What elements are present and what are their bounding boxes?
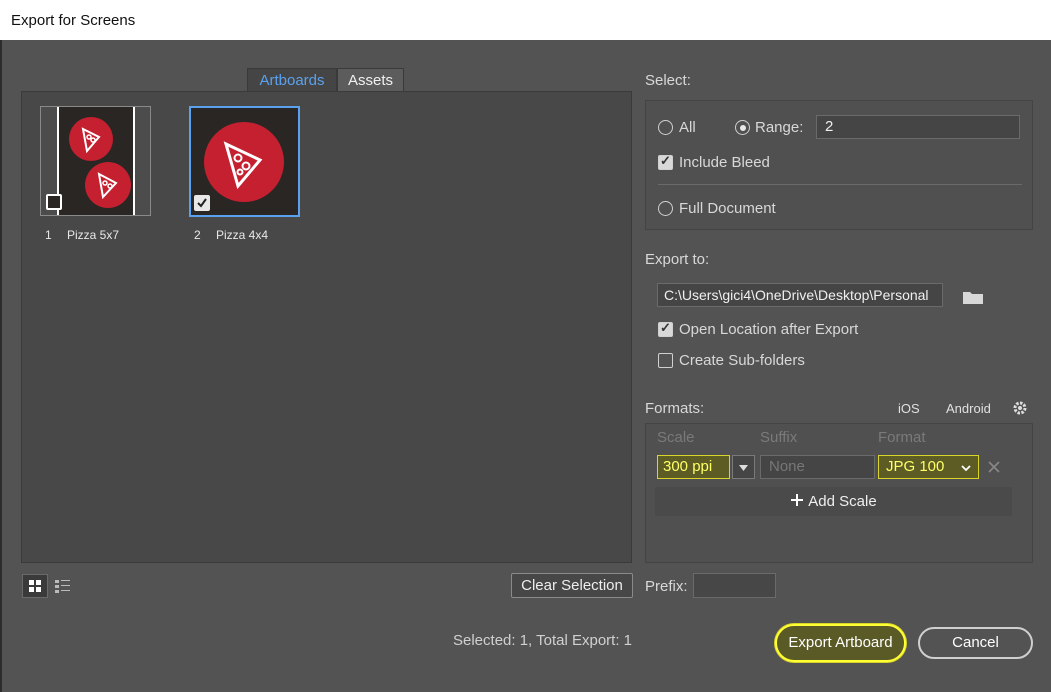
gear-icon	[1013, 401, 1027, 415]
add-scale-label: Add Scale	[808, 493, 877, 510]
format-select[interactable]: JPG 100	[878, 455, 979, 479]
scale-column-header: Scale	[657, 429, 695, 446]
close-icon	[988, 461, 1000, 473]
pizza-logo-icon	[69, 117, 113, 161]
open-location-checkbox[interactable]	[658, 320, 673, 337]
tab-artboards[interactable]: Artboards	[247, 68, 337, 91]
pizza-logo-icon	[204, 122, 284, 202]
add-scale-button[interactable]: Add Scale	[655, 487, 1012, 516]
format-settings-button[interactable]	[1012, 400, 1028, 416]
list-view-icon	[55, 580, 70, 593]
range-radio[interactable]	[735, 120, 750, 135]
artboard-thumbnail-2[interactable]	[189, 106, 300, 217]
folder-icon	[963, 292, 983, 304]
title-bar: Export for Screens	[0, 0, 1051, 40]
include-bleed-checkbox[interactable]	[658, 153, 673, 170]
prefix-label: Prefix:	[645, 578, 688, 595]
prefix-input[interactable]	[693, 573, 776, 598]
chevron-down-icon	[961, 465, 971, 472]
artboard-1-checkbox[interactable]	[46, 194, 62, 210]
artboard-2-number: 2	[194, 228, 201, 242]
caret-down-icon	[739, 465, 748, 471]
export-path-input[interactable]: C:\Users\gici4\OneDrive\Desktop\Personal	[657, 283, 943, 307]
cancel-button[interactable]: Cancel	[918, 627, 1033, 659]
formats-heading: Formats:	[645, 400, 705, 417]
export-to-heading: Export to:	[645, 251, 710, 268]
artboard-2-name: Pizza 4x4	[216, 228, 269, 242]
format-select-value: JPG 100	[886, 458, 945, 475]
scale-input[interactable]: 300 ppi	[657, 455, 730, 479]
export-status-text: Selected: 1, Total Export: 1	[453, 632, 632, 649]
format-column-header: Format	[878, 429, 926, 446]
full-document-label: Full Document	[679, 200, 776, 217]
grid-view-button[interactable]	[22, 574, 48, 598]
all-radio-label: All	[679, 119, 696, 136]
list-view-button[interactable]	[50, 574, 76, 598]
tab-assets[interactable]: Assets	[337, 68, 404, 91]
remove-scale-button[interactable]	[986, 459, 1002, 475]
suffix-input[interactable]: None	[760, 455, 875, 479]
artboard-1-number: 1	[45, 228, 52, 242]
dialog-title: Export for Screens	[11, 12, 136, 29]
full-document-radio[interactable]	[658, 201, 673, 216]
include-bleed-label: Include Bleed	[679, 154, 770, 171]
browse-folder-button[interactable]	[961, 288, 985, 306]
grid-view-icon	[29, 580, 41, 592]
pizza-logo-icon	[85, 162, 131, 208]
create-subfolders-label: Create Sub-folders	[679, 352, 805, 369]
open-location-label: Open Location after Export	[679, 321, 859, 338]
android-preset-button[interactable]: Android	[946, 401, 991, 416]
create-subfolders-checkbox[interactable]	[658, 353, 673, 368]
select-heading: Select:	[645, 72, 691, 89]
select-divider	[658, 184, 1022, 185]
all-radio[interactable]	[658, 120, 673, 135]
range-radio-label: Range:	[755, 119, 804, 136]
ios-preset-button[interactable]: iOS	[898, 401, 920, 416]
artboard-thumbnail-1[interactable]	[40, 106, 151, 216]
clear-selection-button[interactable]: Clear Selection	[511, 573, 633, 598]
artboard-2-checkbox[interactable]	[194, 195, 210, 211]
dialog-edge	[0, 40, 2, 692]
artboard-1-name: Pizza 5x7	[67, 228, 120, 242]
range-input[interactable]: 2	[816, 115, 1020, 139]
plus-icon	[791, 494, 804, 506]
export-artboard-button[interactable]: Export Artboard	[775, 624, 906, 662]
suffix-column-header: Suffix	[760, 429, 798, 446]
scale-dropdown-button[interactable]	[732, 455, 755, 479]
artboard-preview	[57, 107, 135, 215]
